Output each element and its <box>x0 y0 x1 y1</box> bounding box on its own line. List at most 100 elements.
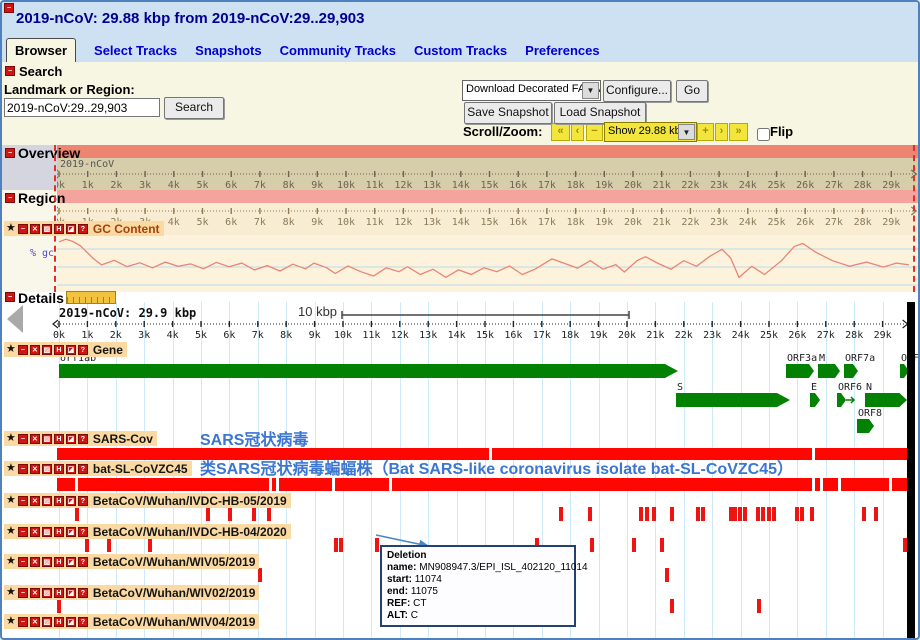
minus-icon[interactable]: − <box>18 464 28 474</box>
details-collapse-icon[interactable]: − <box>5 292 15 302</box>
scroll-right-button[interactable]: › <box>715 123 728 141</box>
search-section-collapse-icon[interactable]: − <box>5 66 15 76</box>
edit-icon[interactable]: ◪ <box>66 434 76 444</box>
track-label-wiv05[interactable]: BetaCoV/Wuhan/WIV05/2019 <box>93 555 256 569</box>
gene-glyph-S[interactable] <box>676 393 790 407</box>
gene-glyph-orf1ab[interactable] <box>59 364 678 378</box>
variant-tick-wiv02[interactable] <box>757 599 761 613</box>
bat-sl-covzc45-alignment-bar[interactable] <box>279 478 332 491</box>
scroll-far-right-button[interactable]: » <box>729 123 748 141</box>
favorite-star-icon[interactable]: ★ <box>6 463 16 474</box>
gene-glyph-ORF7a[interactable] <box>844 364 858 378</box>
favorite-star-icon[interactable]: ★ <box>6 495 16 506</box>
minus-icon[interactable]: − <box>18 527 28 537</box>
track-label-wiv02[interactable]: BetaCoV/Wuhan/WIV02/2019 <box>93 586 256 600</box>
variant-tick-hb04[interactable] <box>334 538 338 552</box>
variant-tick-hb05[interactable] <box>701 507 705 521</box>
download-format-select[interactable]: Download Decorated FASTA File ▼ <box>462 80 601 101</box>
close-icon[interactable]: ✕ <box>30 224 40 234</box>
edit-icon[interactable]: ◪ <box>66 464 76 474</box>
track-label-hb04[interactable]: BetaCoV/Wuhan/IVDC-HB-04/2020 <box>93 525 287 539</box>
details-ruler-widget-icon[interactable] <box>66 291 116 304</box>
info-icon[interactable]: ? <box>78 464 88 474</box>
track-label-bat[interactable]: bat-SL-CoVZC45 <box>93 462 188 476</box>
variant-tick-hb05[interactable] <box>772 507 776 521</box>
variant-tick-hb05[interactable] <box>588 507 592 521</box>
bat-sl-covzc45-alignment-bar[interactable] <box>841 478 889 491</box>
share-icon[interactable]: ▨ <box>42 464 52 474</box>
resize-icon[interactable]: H <box>54 464 64 474</box>
minus-icon[interactable]: − <box>18 557 28 567</box>
variant-tick-hb05[interactable] <box>767 507 771 521</box>
minus-icon[interactable]: − <box>18 224 28 234</box>
details-scrollbar[interactable] <box>907 302 915 640</box>
bat-sl-covzc45-alignment-bar[interactable] <box>392 478 812 491</box>
variant-tick-hb04[interactable] <box>632 538 636 552</box>
zoom-level-select[interactable]: Show 29.88 kbp ▼ <box>604 122 697 142</box>
variant-tick-hb05[interactable] <box>267 507 271 521</box>
bat-sl-covzc45-alignment-bar[interactable] <box>78 478 269 491</box>
load-snapshot-button[interactable]: Load Snapshot <box>554 102 646 124</box>
save-snapshot-button[interactable]: Save Snapshot <box>464 102 552 124</box>
variant-tick-wiv02[interactable] <box>57 599 61 613</box>
close-icon[interactable]: ✕ <box>30 617 40 627</box>
favorite-star-icon[interactable]: ★ <box>6 344 16 355</box>
share-icon[interactable]: ▨ <box>42 496 52 506</box>
edit-icon[interactable]: ◪ <box>66 345 76 355</box>
info-icon[interactable]: ? <box>78 557 88 567</box>
variant-tick-hb05[interactable] <box>75 507 79 521</box>
region-collapse-icon[interactable]: − <box>5 193 15 203</box>
info-icon[interactable]: ? <box>78 617 88 627</box>
variant-tick-hb05[interactable] <box>639 507 643 521</box>
info-icon[interactable]: ? <box>78 527 88 537</box>
minus-icon[interactable]: − <box>18 434 28 444</box>
gene-glyph-ORF3a[interactable] <box>786 364 814 378</box>
edit-icon[interactable]: ◪ <box>66 496 76 506</box>
track-label-wiv04[interactable]: BetaCoV/Wuhan/WIV04/2019 <box>93 615 256 629</box>
variant-tick-hb05[interactable] <box>733 507 737 521</box>
bat-sl-covzc45-alignment-bar[interactable] <box>815 478 820 491</box>
share-icon[interactable]: ▨ <box>42 434 52 444</box>
tab-community-tracks[interactable]: Community Tracks <box>280 43 396 63</box>
close-icon[interactable]: ✕ <box>30 345 40 355</box>
variant-tick-hb05[interactable] <box>756 507 760 521</box>
variant-tick-hb04[interactable] <box>660 538 664 552</box>
variant-tick-hb05[interactable] <box>874 507 878 521</box>
share-icon[interactable]: ▨ <box>42 527 52 537</box>
minus-icon[interactable]: − <box>18 617 28 627</box>
tab-select-tracks[interactable]: Select Tracks <box>94 43 177 63</box>
close-icon[interactable]: ✕ <box>30 588 40 598</box>
variant-tick-wiv05[interactable] <box>665 568 669 582</box>
variant-tick-hb04[interactable] <box>339 538 343 552</box>
go-button[interactable]: Go <box>676 80 708 102</box>
track-label-gene[interactable]: Gene <box>93 343 123 357</box>
info-icon[interactable]: ? <box>78 588 88 598</box>
tab-snapshots[interactable]: Snapshots <box>195 43 261 63</box>
sars-cov-alignment-bar[interactable] <box>815 448 907 460</box>
landmark-input[interactable] <box>4 98 160 117</box>
window-collapse-icon[interactable]: − <box>4 3 14 13</box>
close-icon[interactable]: ✕ <box>30 527 40 537</box>
gene-glyph-M[interactable] <box>818 364 840 378</box>
share-icon[interactable]: ▨ <box>42 617 52 627</box>
info-icon[interactable]: ? <box>78 345 88 355</box>
scroll-left-button[interactable]: ‹ <box>571 123 584 141</box>
favorite-star-icon[interactable]: ★ <box>6 526 16 537</box>
bat-sl-covzc45-alignment-bar[interactable] <box>823 478 838 491</box>
tab-browser[interactable]: Browser <box>6 38 76 63</box>
resize-icon[interactable]: H <box>54 345 64 355</box>
bat-sl-covzc45-alignment-bar[interactable] <box>57 478 75 491</box>
resize-icon[interactable]: H <box>54 527 64 537</box>
search-button[interactable]: Search <box>164 97 224 119</box>
resize-icon[interactable]: H <box>54 496 64 506</box>
info-icon[interactable]: ? <box>78 224 88 234</box>
edit-icon[interactable]: ◪ <box>66 527 76 537</box>
minus-icon[interactable]: − <box>18 588 28 598</box>
variant-tick-hb05[interactable] <box>795 507 799 521</box>
resize-icon[interactable]: H <box>54 557 64 567</box>
minus-icon[interactable]: − <box>18 496 28 506</box>
variant-tick-hb05[interactable] <box>206 507 210 521</box>
pan-left-arrow[interactable] <box>5 305 25 335</box>
resize-icon[interactable]: H <box>54 224 64 234</box>
variant-tick-hb05[interactable] <box>670 507 674 521</box>
